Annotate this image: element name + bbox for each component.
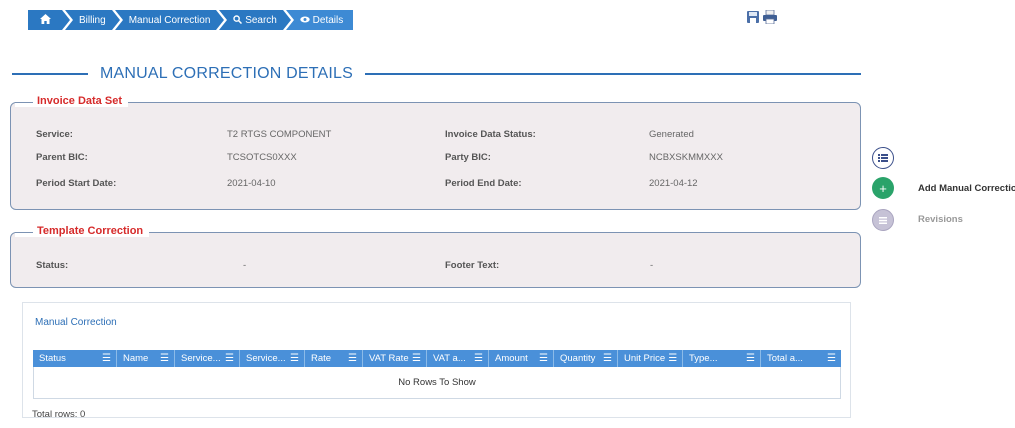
title-divider — [12, 73, 88, 75]
panel-legend: Invoice Data Set — [15, 95, 128, 107]
page-title: MANUAL CORRECTION DETAILS — [100, 65, 354, 82]
grid-title: Manual Correction — [35, 317, 117, 328]
party-bic-label: Party BIC: — [445, 152, 491, 163]
menu-button[interactable] — [872, 147, 894, 169]
period-start-value: 2021-04-10 — [227, 178, 276, 189]
breadcrumb: Billing Manual Correction Search Details — [28, 10, 356, 30]
grid-header: Status ☰ Name ☰ Service... ☰ Service... ☰ Ra… — [33, 350, 841, 367]
total-rows: Total rows: 0 — [32, 409, 86, 420]
template-status-value: - — [243, 260, 247, 271]
service-label: Service: — [36, 129, 73, 140]
template-status-label: Status: — [36, 260, 69, 271]
column-menu-icon[interactable]: ☰ — [746, 353, 755, 364]
party-bic-value: NCBXSKMMXXX — [649, 152, 723, 163]
column-header[interactable]: Service... ☰ — [240, 350, 305, 367]
manual-correction-grid-panel: Manual Correction Status ☰ Name ☰ Service.… — [22, 302, 851, 418]
column-header[interactable]: Name ☰ — [117, 350, 175, 367]
column-header[interactable]: Amount ☰ — [489, 350, 554, 367]
column-header[interactable]: VAT Rate ☰ — [363, 350, 427, 367]
period-start-label: Period Start Date: — [36, 178, 117, 189]
column-menu-icon[interactable]: ☰ — [348, 353, 357, 364]
column-header[interactable]: Type... ☰ — [683, 350, 761, 367]
column-menu-icon[interactable]: ☰ — [102, 353, 111, 364]
column-menu-icon[interactable]: ☰ — [290, 353, 299, 364]
service-value: T2 RTGS COMPONENT — [227, 129, 332, 140]
revisions-icon — [879, 216, 887, 224]
column-header[interactable]: Total a... ☰ — [761, 350, 841, 367]
breadcrumb-billing[interactable]: Billing — [65, 10, 120, 30]
column-header[interactable]: VAT a... ☰ — [427, 350, 489, 367]
breadcrumb-home[interactable] — [28, 10, 70, 30]
invoice-status-value: Generated — [649, 129, 694, 140]
search-icon — [233, 14, 243, 24]
period-end-label: Period End Date: — [445, 178, 522, 189]
breadcrumb-manual-correction[interactable]: Manual Correction — [114, 10, 225, 30]
column-menu-icon[interactable]: ☰ — [412, 353, 421, 364]
column-menu-icon[interactable]: ☰ — [474, 353, 483, 364]
column-menu-icon[interactable]: ☰ — [603, 353, 612, 364]
panel-legend: Template Correction — [15, 225, 150, 237]
column-header[interactable]: Unit Price ☰ — [618, 350, 683, 367]
add-manual-correction-button[interactable]: + — [872, 177, 894, 199]
column-header[interactable]: Quantity ☰ — [554, 350, 618, 367]
column-menu-icon[interactable]: ☰ — [160, 353, 169, 364]
invoice-status-label: Invoice Data Status: — [445, 129, 536, 140]
column-header[interactable]: Status ☰ — [33, 350, 117, 367]
grid-empty-message: No Rows To Show — [33, 367, 841, 399]
period-end-value: 2021-04-12 — [649, 178, 698, 189]
footer-text-value: - — [650, 260, 654, 271]
parent-bic-label: Parent BIC: — [36, 152, 88, 163]
template-correction-panel: Template Correction Status: - Footer Tex… — [10, 225, 861, 288]
revisions-label: Revisions — [918, 214, 963, 225]
print-icon[interactable] — [762, 9, 777, 25]
column-menu-icon[interactable]: ☰ — [225, 353, 234, 364]
eye-icon — [300, 16, 310, 22]
parent-bic-value: TCSOTCS0XXX — [227, 152, 297, 163]
column-menu-icon[interactable]: ☰ — [539, 353, 548, 364]
toolbar — [746, 9, 777, 25]
column-menu-icon[interactable]: ☰ — [668, 353, 677, 364]
save-icon[interactable] — [746, 10, 760, 24]
list-icon — [878, 154, 888, 162]
home-icon — [39, 13, 51, 27]
column-menu-icon[interactable]: ☰ — [827, 353, 836, 364]
plus-icon: + — [879, 180, 887, 196]
breadcrumb-search[interactable]: Search — [219, 10, 292, 30]
footer-text-label: Footer Text: — [445, 260, 500, 271]
column-header[interactable]: Service... ☰ — [175, 350, 240, 367]
add-manual-correction-label[interactable]: Add Manual Correction — [918, 183, 1015, 194]
title-divider — [365, 73, 861, 75]
invoice-data-set-panel: Invoice Data Set Service: T2 RTGS COMPON… — [10, 95, 861, 210]
breadcrumb-details[interactable]: Details — [285, 10, 354, 30]
page-title-row: MANUAL CORRECTION DETAILS — [12, 64, 861, 84]
revisions-button — [872, 209, 894, 231]
column-header[interactable]: Rate ☰ — [305, 350, 363, 367]
